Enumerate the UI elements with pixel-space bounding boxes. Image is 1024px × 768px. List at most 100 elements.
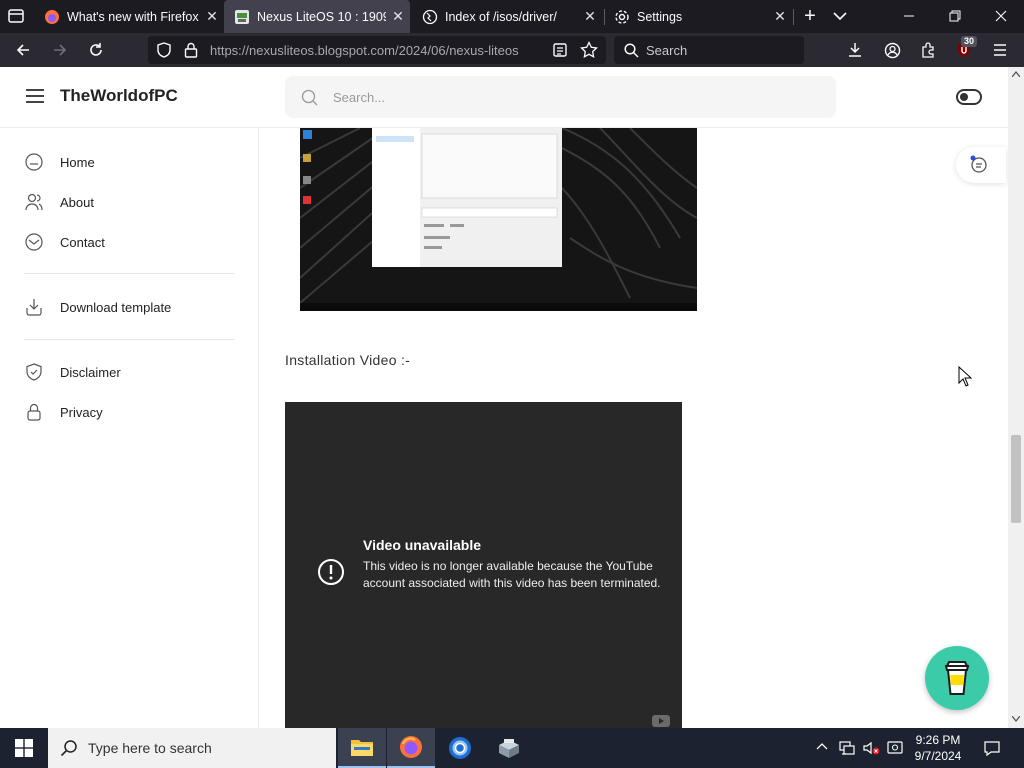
search-icon: [624, 43, 639, 58]
alert-circle-icon: [318, 559, 344, 585]
windows-taskbar: Type here to search 9:26 PM 9/7/2024: [0, 728, 1024, 768]
dark-mode-toggle[interactable]: [956, 89, 982, 105]
sidebar-item-contact[interactable]: Contact: [24, 230, 105, 254]
firefox-icon: [45, 9, 59, 24]
site-search-input[interactable]: Search...: [285, 76, 836, 118]
browser-search-bar[interactable]: Search: [614, 36, 804, 64]
tab-title: Nexus LiteOS 10 : 1909 (U: [257, 9, 386, 24]
tabs-icon: [8, 9, 24, 23]
start-button[interactable]: [0, 728, 48, 768]
window-close-button[interactable]: [990, 6, 1012, 26]
sidebar-item-about[interactable]: About: [24, 190, 94, 214]
plus-icon: +: [804, 4, 816, 27]
reload-button[interactable]: [84, 38, 108, 62]
folder-icon: [351, 740, 373, 756]
sidebar-item-disclaimer[interactable]: Disclaimer: [24, 360, 121, 384]
search-icon: [60, 740, 77, 757]
close-tab-icon[interactable]: ✕: [386, 8, 410, 25]
sidebar-item-privacy[interactable]: Privacy: [24, 400, 103, 424]
lock-icon[interactable]: [184, 42, 198, 58]
arrow-right-icon: [54, 44, 67, 56]
menu-line: [26, 95, 44, 97]
sidebar-item-label: Disclaimer: [60, 364, 121, 380]
back-button[interactable]: [11, 38, 35, 62]
tab-overflow-button[interactable]: [829, 6, 851, 26]
shield-icon: [26, 363, 42, 381]
sidebar-item-label: About: [60, 194, 94, 210]
taskbar-search-placeholder: Type here to search: [88, 740, 212, 756]
site-title[interactable]: TheWorldofPC: [60, 86, 178, 106]
browser-tab-bar: What's new with Firefox ✕ Nexus LiteOS 1…: [0, 0, 1024, 33]
sidebar-divider: [24, 339, 234, 340]
window-restore-button[interactable]: [944, 6, 966, 26]
tab-nexus-liteos[interactable]: Nexus LiteOS 10 : 1909 (U ✕: [224, 0, 410, 33]
tab-settings[interactable]: Settings ✕: [604, 0, 792, 33]
sidebar-item-download-template[interactable]: Download template: [24, 295, 171, 319]
tab-separator: [793, 9, 794, 25]
firefox-icon: [400, 736, 422, 758]
close-tab-icon[interactable]: ✕: [200, 8, 224, 25]
window-minimize-button[interactable]: [898, 6, 920, 26]
youtube-logo-icon[interactable]: [651, 714, 671, 728]
embedded-video-player[interactable]: Video unavailable This video is no longe…: [285, 402, 682, 728]
account-button[interactable]: [880, 38, 904, 62]
new-tab-button[interactable]: +: [799, 4, 821, 27]
system-clock[interactable]: 9:26 PM 9/7/2024: [910, 732, 966, 764]
users-icon: [25, 193, 43, 211]
shield-icon[interactable]: [156, 42, 172, 58]
address-bar[interactable]: https://nexusliteos.blogspot.com/2024/06…: [148, 36, 606, 64]
ublock-count-badge: 30: [961, 36, 978, 47]
tab-index-isos-driver[interactable]: Index of /isos/driver/ ✕: [412, 0, 602, 33]
restore-icon: [949, 10, 961, 22]
scroll-up-icon[interactable]: [1012, 71, 1020, 77]
sidebar-item-label: Privacy: [60, 404, 103, 420]
home-icon: [25, 153, 43, 171]
site-menu-toggle[interactable]: [26, 89, 44, 103]
taskbar-app-installer[interactable]: [485, 728, 533, 768]
hamburger-menu-icon: [994, 44, 1006, 56]
scrollbar-thumb[interactable]: [1011, 435, 1021, 523]
bookmark-star-icon[interactable]: [580, 41, 598, 59]
page-scrollbar[interactable]: [1008, 67, 1024, 728]
close-tab-icon[interactable]: ✕: [578, 8, 602, 25]
network-icon[interactable]: [838, 739, 856, 757]
tab-whats-new[interactable]: What's new with Firefox ✕: [34, 0, 224, 33]
chevron-up-icon[interactable]: [816, 742, 828, 750]
coffee-cup-icon: [944, 661, 970, 695]
minimize-icon: [904, 15, 914, 17]
taskbar-file-explorer[interactable]: [338, 728, 386, 768]
list-all-tabs-button[interactable]: [6, 6, 26, 26]
screen-capture-icon[interactable]: [886, 739, 904, 757]
chat-icon: [970, 155, 987, 173]
close-tab-icon[interactable]: ✕: [768, 8, 792, 25]
chromium-icon: [449, 737, 471, 759]
sidebar-item-home[interactable]: Home: [24, 150, 95, 174]
buy-me-a-coffee-button[interactable]: [925, 646, 989, 710]
tab-title: Settings: [637, 9, 683, 24]
site-header: TheWorldofPC Search...: [0, 67, 1008, 128]
toggle-knob: [960, 93, 968, 101]
floating-chat-button[interactable]: [956, 147, 1006, 183]
account-icon: [884, 42, 900, 58]
app-menu-button[interactable]: [988, 38, 1012, 62]
taskbar-search-box[interactable]: Type here to search: [48, 728, 336, 768]
notifications-icon[interactable]: [983, 739, 1001, 757]
package-icon: [499, 739, 519, 758]
installation-video-heading: Installation Video :-: [285, 352, 411, 368]
menu-line: [26, 89, 44, 91]
volume-muted-icon[interactable]: [862, 739, 880, 757]
os-desktop-screenshot-graphic: [300, 128, 697, 311]
arrow-left-icon: [16, 44, 29, 56]
taskbar-chromium[interactable]: [436, 728, 484, 768]
windows-logo-icon: [15, 739, 33, 757]
scroll-down-icon[interactable]: [1012, 716, 1020, 722]
tab-title: What's new with Firefox: [67, 9, 199, 24]
sidebar-divider: [24, 273, 234, 274]
downloads-button[interactable]: [843, 38, 867, 62]
site-search-placeholder: Search...: [333, 90, 386, 105]
taskbar-firefox[interactable]: [387, 728, 435, 768]
reader-view-icon[interactable]: [552, 42, 568, 58]
forward-button[interactable]: [48, 38, 72, 62]
extensions-button[interactable]: [916, 38, 940, 62]
url-text[interactable]: https://nexusliteos.blogspot.com/2024/06…: [210, 43, 540, 58]
